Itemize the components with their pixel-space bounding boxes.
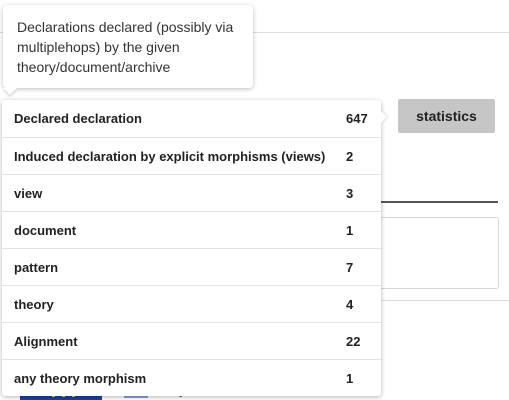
stats-row-label: Alignment (14, 333, 78, 349)
stats-row-label: pattern (14, 259, 59, 275)
statistics-button-label: statistics (416, 108, 477, 124)
stats-row-declared-declaration[interactable]: Declared declaration 647 (2, 100, 381, 137)
stats-row-label: view (14, 185, 43, 201)
stats-row-label: Induced declaration by explicit morphism… (14, 148, 326, 164)
tooltip: Declarations declared (possibly via mult… (3, 5, 253, 88)
stats-row-alignment[interactable]: Alignment 22 (2, 322, 381, 359)
stats-row-label: theory (14, 296, 54, 312)
tooltip-text: Declarations declared (possibly via mult… (17, 19, 234, 75)
stats-row-pattern[interactable]: pattern 7 (2, 248, 381, 285)
stats-row-label: document (14, 222, 77, 238)
stats-row-count: 647 (346, 111, 368, 126)
stats-row-theory[interactable]: theory 4 (2, 285, 381, 322)
stats-row-count: 7 (346, 259, 354, 275)
stats-row-any-theory-morphism[interactable]: any theory morphism 1 (2, 359, 381, 396)
stats-row-document[interactable]: document 1 (2, 211, 381, 248)
statistics-popover: Declared declaration 647 Induced declara… (2, 100, 381, 396)
stats-row-count: 3 (346, 185, 354, 201)
page-divider-bottom (380, 300, 509, 301)
stats-row-count: 2 (346, 148, 354, 164)
stats-row-count: 1 (346, 370, 354, 386)
stats-row-count: 22 (346, 333, 361, 349)
stats-row-view[interactable]: view 3 (2, 174, 381, 211)
stats-row-count: 4 (346, 296, 354, 312)
page: statistics Declarations declared (possib… (0, 0, 509, 400)
stats-row-induced-declaration[interactable]: Induced declaration by explicit morphism… (2, 137, 381, 174)
stats-row-label: any theory morphism (14, 370, 147, 386)
tooltip-arrow (3, 88, 17, 95)
stats-row-count: 1 (346, 222, 354, 238)
statistics-button[interactable]: statistics (398, 99, 495, 133)
stats-row-label: Declared declaration (14, 111, 142, 126)
content-panel (372, 217, 499, 289)
popover-arrow (381, 111, 387, 123)
tab-underline (380, 201, 498, 203)
